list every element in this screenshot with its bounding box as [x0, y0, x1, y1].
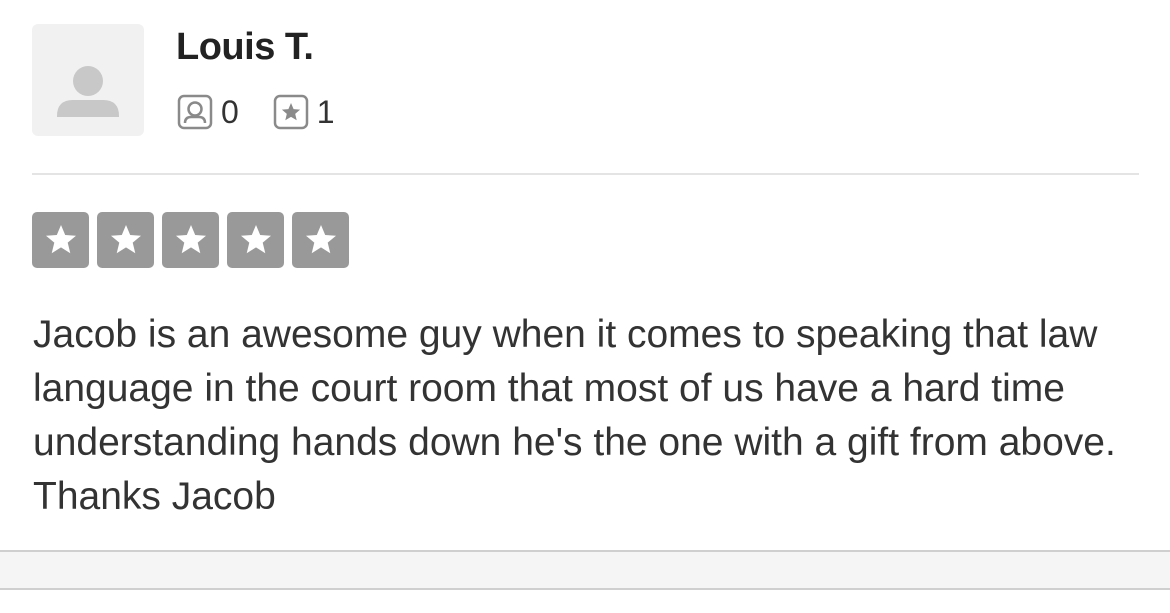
star-icon	[110, 225, 141, 254]
reviewer-avatar[interactable]	[32, 24, 144, 136]
rating-star	[292, 212, 349, 268]
rating-star	[227, 212, 284, 268]
friends-count: 0	[221, 94, 239, 130]
friends-icon	[177, 94, 213, 130]
reviewer-stats: 0 1	[177, 93, 369, 131]
reviewer-name[interactable]: Louis T.	[176, 26, 314, 69]
rating-star	[97, 212, 154, 268]
review-text: Jacob is an awesome guy when it comes to…	[33, 313, 1116, 518]
header-divider	[32, 173, 1139, 175]
star-rating	[32, 212, 349, 268]
rating-star	[162, 212, 219, 268]
star-icon	[240, 225, 271, 254]
user-silhouette-icon	[57, 66, 119, 117]
review-star-icon	[273, 94, 309, 130]
star-icon	[45, 225, 76, 254]
star-icon	[305, 225, 336, 254]
rating-star	[32, 212, 89, 268]
reviews-count: 1	[316, 94, 335, 130]
review-card: Louis T. 0 1 Jacob is an awesome guy whe…	[0, 0, 1170, 613]
card-bottom-separator	[0, 550, 1170, 590]
star-icon	[175, 225, 206, 254]
